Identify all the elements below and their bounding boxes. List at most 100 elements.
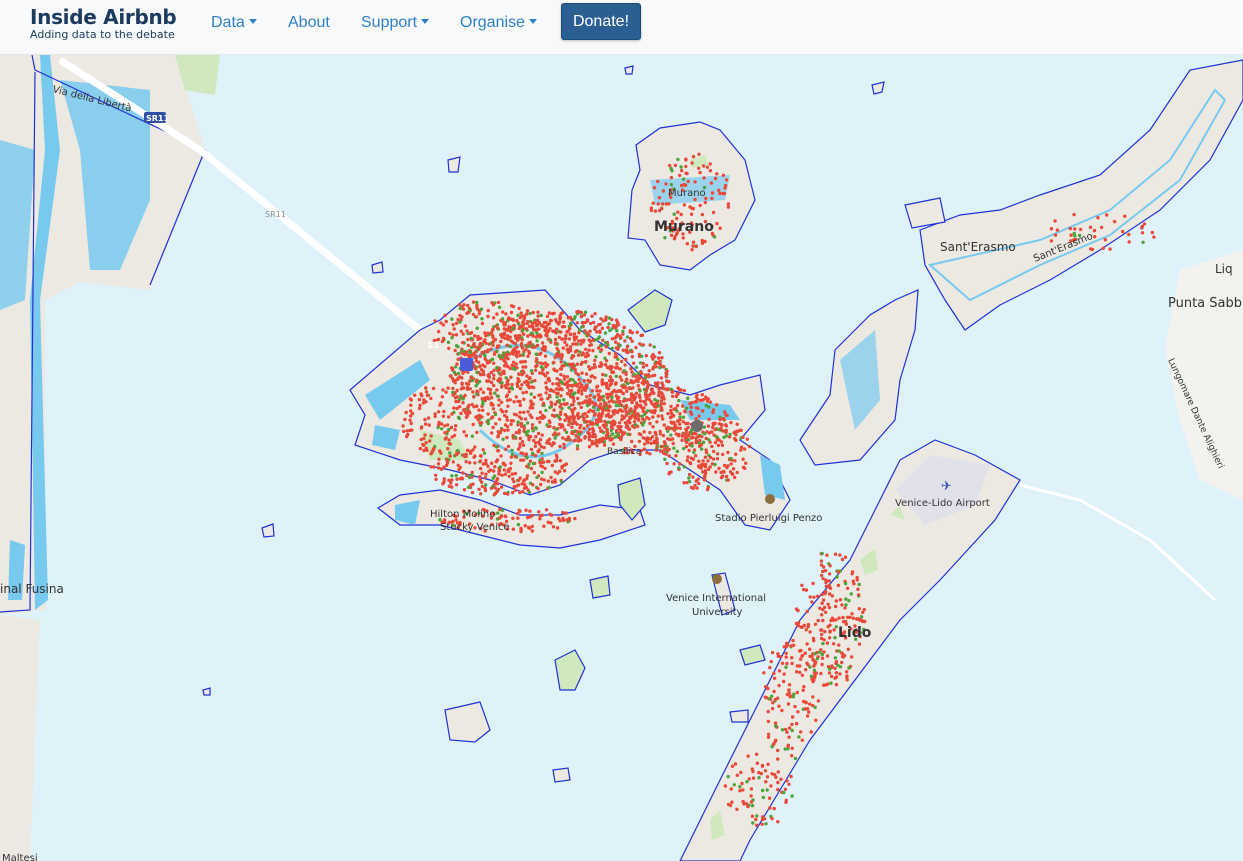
listing-marker[interactable] <box>684 164 688 169</box>
listing-marker[interactable] <box>452 370 457 375</box>
listing-marker[interactable] <box>764 685 768 689</box>
listing-marker[interactable] <box>524 390 529 394</box>
listing-marker[interactable] <box>519 421 524 426</box>
listing-marker[interactable] <box>827 583 831 588</box>
listing-marker[interactable] <box>703 470 707 475</box>
listing-marker[interactable] <box>816 699 821 703</box>
listing-marker[interactable] <box>812 595 816 599</box>
listing-marker[interactable] <box>553 402 558 406</box>
listing-marker[interactable] <box>573 350 578 354</box>
listing-marker[interactable] <box>574 342 578 346</box>
listing-marker[interactable] <box>843 555 848 559</box>
listing-marker[interactable] <box>1053 233 1058 237</box>
listing-marker[interactable] <box>544 391 548 395</box>
listing-marker[interactable] <box>418 446 423 451</box>
listing-marker[interactable] <box>456 371 461 376</box>
listing-marker[interactable] <box>534 426 538 431</box>
listing-marker[interactable] <box>735 773 739 777</box>
brand-title[interactable]: Inside Airbnb <box>30 5 177 29</box>
listing-marker[interactable] <box>456 399 461 404</box>
listing-marker[interactable] <box>561 518 566 523</box>
listing-marker[interactable] <box>609 381 614 386</box>
listing-marker[interactable] <box>825 641 830 645</box>
listing-marker[interactable] <box>465 473 469 478</box>
listing-marker[interactable] <box>683 410 687 414</box>
listing-marker[interactable] <box>454 483 459 487</box>
listing-marker[interactable] <box>583 310 588 314</box>
listing-marker[interactable] <box>614 318 619 322</box>
listing-marker[interactable] <box>568 315 573 320</box>
listing-marker[interactable] <box>506 404 510 408</box>
listing-marker[interactable] <box>571 402 575 407</box>
listing-marker[interactable] <box>504 447 508 451</box>
listing-marker[interactable] <box>694 417 698 421</box>
listing-marker[interactable] <box>694 244 698 249</box>
listing-marker[interactable] <box>730 800 734 804</box>
listing-marker[interactable] <box>439 321 443 325</box>
listing-marker[interactable] <box>696 406 700 411</box>
listing-marker[interactable] <box>780 661 785 665</box>
listing-marker[interactable] <box>528 340 532 345</box>
listing-marker[interactable] <box>715 403 719 407</box>
listing-marker[interactable] <box>683 183 688 187</box>
listing-marker[interactable] <box>621 332 625 336</box>
listing-marker[interactable] <box>626 381 630 386</box>
listing-marker[interactable] <box>677 422 682 426</box>
listing-marker[interactable] <box>815 657 819 661</box>
listing-marker[interactable] <box>833 656 838 660</box>
listing-marker[interactable] <box>587 431 591 436</box>
listing-marker[interactable] <box>679 165 683 169</box>
listing-marker[interactable] <box>841 615 845 620</box>
listing-marker[interactable] <box>518 445 522 449</box>
listing-marker[interactable] <box>677 466 681 470</box>
listing-marker[interactable] <box>630 355 635 359</box>
listing-marker[interactable] <box>478 364 482 368</box>
listing-marker[interactable] <box>800 625 804 629</box>
listing-marker[interactable] <box>745 780 749 784</box>
listing-marker[interactable] <box>1049 227 1054 231</box>
listing-marker[interactable] <box>787 691 791 695</box>
listing-marker[interactable] <box>480 397 484 401</box>
listing-marker[interactable] <box>445 423 450 427</box>
listing-marker[interactable] <box>533 368 538 372</box>
listing-marker[interactable] <box>456 415 461 420</box>
listing-marker[interactable] <box>663 236 667 240</box>
listing-marker[interactable] <box>802 685 806 689</box>
listing-marker[interactable] <box>448 374 452 378</box>
listing-marker[interactable] <box>401 424 405 428</box>
listing-marker[interactable] <box>715 452 720 456</box>
listing-marker[interactable] <box>446 340 451 344</box>
listing-marker[interactable] <box>598 389 602 393</box>
listing-marker[interactable] <box>820 551 824 556</box>
listing-marker[interactable] <box>477 379 482 384</box>
listing-marker[interactable] <box>444 319 448 324</box>
listing-marker[interactable] <box>456 463 460 467</box>
listing-marker[interactable] <box>668 426 672 431</box>
listing-marker[interactable] <box>698 444 702 448</box>
listing-marker[interactable] <box>440 395 445 399</box>
listing-marker[interactable] <box>648 421 652 426</box>
listing-marker[interactable] <box>824 578 828 582</box>
listing-marker[interactable] <box>618 343 622 348</box>
listing-marker[interactable] <box>835 575 839 579</box>
listing-marker[interactable] <box>560 352 564 357</box>
listing-marker[interactable] <box>521 490 525 494</box>
listing-marker[interactable] <box>580 325 584 329</box>
listing-marker[interactable] <box>616 434 621 438</box>
listing-marker[interactable] <box>484 483 488 487</box>
listing-marker[interactable] <box>687 433 691 438</box>
listing-marker[interactable] <box>552 441 556 446</box>
listing-marker[interactable] <box>638 399 643 403</box>
listing-marker[interactable] <box>525 309 530 313</box>
listing-marker[interactable] <box>521 360 525 364</box>
listing-marker[interactable] <box>536 310 540 314</box>
listing-marker[interactable] <box>700 393 704 397</box>
listing-marker[interactable] <box>620 417 624 422</box>
listing-marker[interactable] <box>469 336 473 341</box>
listing-marker[interactable] <box>497 417 502 421</box>
listing-marker[interactable] <box>861 610 865 615</box>
listing-marker[interactable] <box>587 348 591 352</box>
listing-marker[interactable] <box>819 573 824 578</box>
listing-marker[interactable] <box>573 516 577 521</box>
listing-marker[interactable] <box>564 437 568 442</box>
